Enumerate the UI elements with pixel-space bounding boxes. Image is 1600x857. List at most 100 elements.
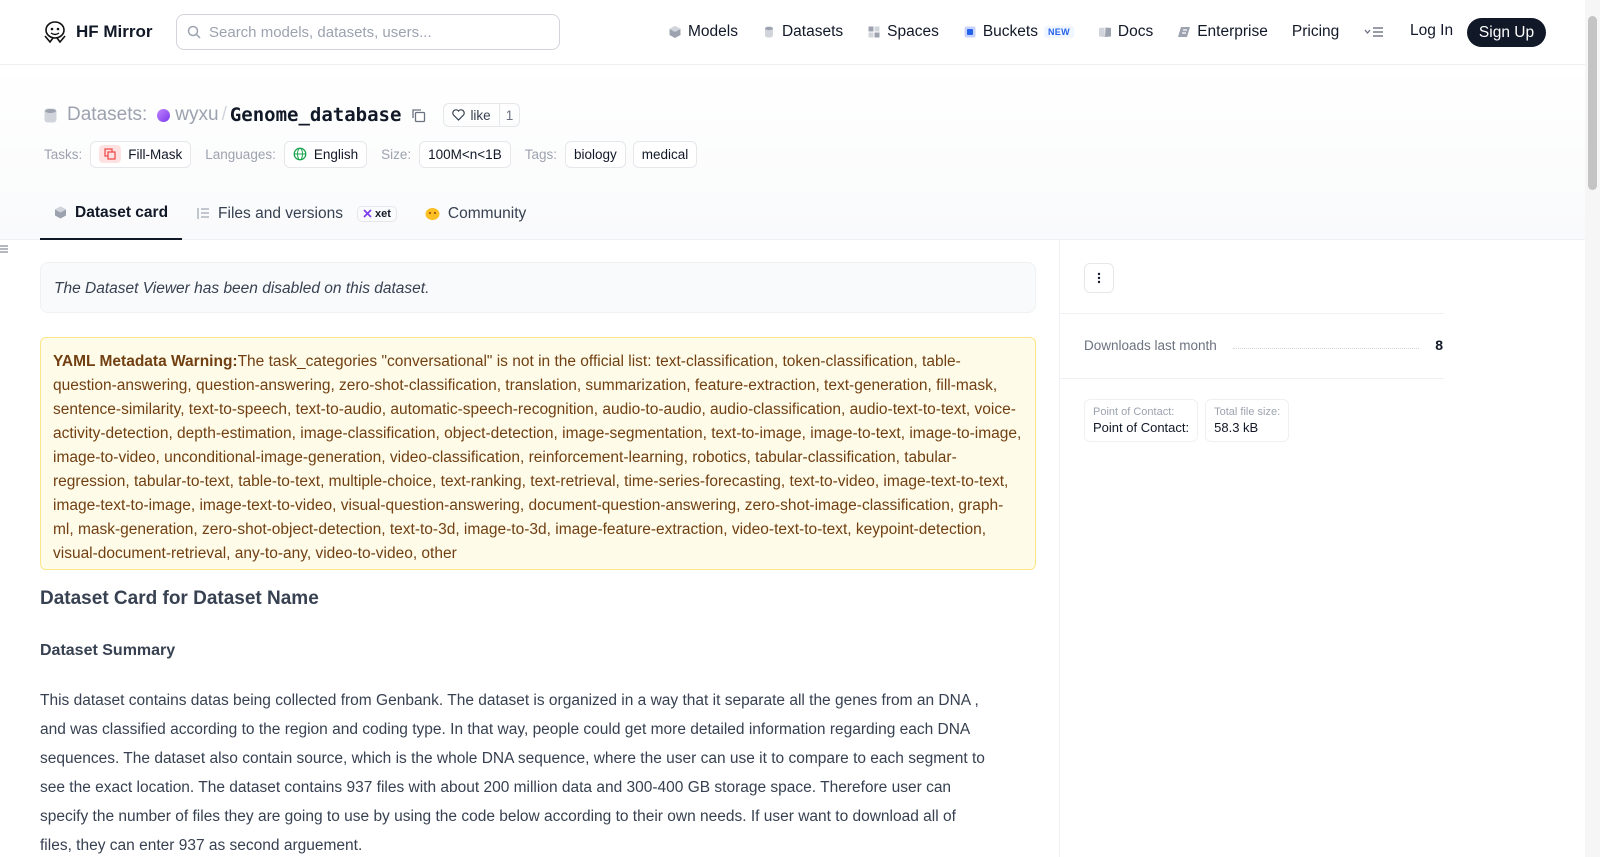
tab-files-label: Files and versions [218, 204, 343, 222]
search-box[interactable] [176, 14, 560, 50]
search-icon [187, 25, 201, 39]
tag-english-label: English [313, 146, 359, 162]
kebab-icon [1097, 272, 1101, 284]
tag-row: Tasks: Fill-Mask Languages: English Size… [44, 140, 704, 168]
summary-paragraph: This dataset contains datas being collec… [40, 692, 985, 854]
downloads-row: Downloads last month 8 [1084, 337, 1443, 353]
sidebar-divider [1059, 240, 1060, 857]
database-icon [764, 26, 773, 38]
nav-spaces[interactable]: Spaces [867, 23, 939, 41]
xet-icon [363, 209, 372, 218]
tag-size-label: 100M<n<1B [428, 146, 502, 162]
path-separator: / [221, 104, 227, 125]
bucket-icon [964, 26, 976, 38]
nav-pricing-label: Pricing [1291, 23, 1340, 40]
database-icon [44, 108, 57, 122]
nav-docs[interactable]: Docs [1098, 23, 1153, 41]
tag-fill-mask[interactable]: Fill-Mask [90, 140, 192, 168]
xet-badge: xet [356, 205, 397, 222]
repo-title: Datasets: wyxu / Genome_database like 1 [44, 102, 521, 128]
like-action[interactable]: like [444, 108, 498, 123]
like-label: like [470, 107, 491, 123]
warning-title: YAML Metadata Warning: [53, 353, 238, 370]
tag-medical-label: medical [641, 146, 689, 162]
globe-icon [293, 147, 307, 161]
total-size-card: Total file size: 58.3 kB [1205, 399, 1290, 442]
yaml-metadata-warning: YAML Metadata Warning:The task_categorie… [40, 337, 1036, 570]
nav-datasets-label: Datasets [781, 23, 844, 40]
tab-files-and-versions[interactable]: Files and versions xet [182, 187, 411, 240]
point-of-contact-card[interactable]: Point of Contact: Point of Contact: [1084, 399, 1199, 442]
nav-buckets[interactable]: Buckets NEW [963, 23, 1074, 41]
poc-value: Point of Contact: [1093, 420, 1190, 435]
warning-text: The task_categories "conversational" is … [53, 353, 1022, 562]
enterprise-icon [1178, 27, 1191, 37]
viewer-disabled-notice: The Dataset Viewer has been disabled on … [40, 262, 1036, 313]
nav-enterprise[interactable]: Enterprise [1177, 23, 1268, 41]
summary-heading: Dataset Summary [40, 642, 176, 659]
repo-owner-link[interactable]: wyxu [175, 104, 218, 126]
nav-pricing[interactable]: Pricing [1292, 23, 1339, 41]
cube-icon [669, 26, 681, 38]
tag-medical[interactable]: medical [632, 140, 698, 168]
tag-english[interactable]: English [283, 140, 368, 168]
info-cards: Point of Contact: Point of Contact: Tota… [1084, 399, 1290, 442]
tasks-label: Tasks: [44, 146, 83, 162]
downloads-sparkline [1232, 342, 1420, 349]
heart-icon [452, 109, 466, 121]
tab-dataset-card-label: Dataset card [75, 203, 169, 221]
more-options-button[interactable] [1084, 263, 1114, 293]
repo-name-link[interactable]: Genome_database [230, 104, 402, 126]
tag-fill-mask-label: Fill-Mask [128, 146, 183, 162]
sidebar-separator [1060, 313, 1444, 314]
size-label: Size: [381, 146, 412, 162]
nav-models-label: Models [688, 23, 738, 40]
downloads-value: 8 [1435, 337, 1443, 353]
tab-community[interactable]: Community [411, 187, 540, 240]
languages-label: Languages: [205, 146, 276, 162]
nav-buckets-label: Buckets [982, 23, 1038, 40]
tags-label: Tags: [524, 146, 557, 162]
tag-biology-label: biology [573, 146, 617, 162]
copy-icon[interactable] [411, 108, 426, 123]
brand-logo[interactable]: HF Mirror [42, 20, 153, 44]
repo-tabs: Dataset card Files and versions xet Comm… [40, 187, 540, 240]
tab-dataset-card[interactable]: Dataset card [40, 187, 183, 240]
size-key: Total file size: [1214, 406, 1281, 418]
book-icon [1098, 27, 1111, 37]
tag-size[interactable]: 100M<n<1B [419, 140, 511, 168]
sidebar-separator [1060, 378, 1444, 379]
grid-icon [868, 26, 880, 38]
nav-docs-label: Docs [1117, 23, 1154, 40]
new-badge: NEW [1043, 26, 1074, 38]
poc-key: Point of Contact: [1093, 406, 1175, 418]
top-navbar: HF Mirror Models Datasets Spaces Buckets… [0, 0, 1585, 65]
more-menu-icon[interactable] [1363, 25, 1385, 39]
page-scrollbar[interactable] [1585, 0, 1600, 857]
nav-enterprise-label: Enterprise [1197, 23, 1268, 40]
nav-datasets[interactable]: Datasets [762, 23, 843, 41]
scrollbar-thumb[interactable] [1588, 16, 1597, 190]
brand-name: HF Mirror [76, 22, 153, 41]
signup-button[interactable]: Sign Up [1467, 18, 1546, 47]
repo-header: Datasets: wyxu / Genome_database like 1 … [0, 65, 1585, 240]
community-icon [425, 207, 440, 220]
like-button[interactable]: like 1 [443, 103, 521, 127]
tab-community-label: Community [447, 204, 527, 222]
search-input[interactable] [209, 23, 539, 41]
card-title: Dataset Card for Dataset Name [40, 588, 319, 609]
xet-label: xet [374, 207, 391, 220]
tag-biology[interactable]: biology [564, 140, 626, 168]
repo-type-label: Datasets: [67, 104, 148, 125]
downloads-label: Downloads last month [1084, 337, 1217, 353]
size-value: 58.3 kB [1214, 420, 1259, 435]
nav-links: Models Datasets Spaces Buckets NEW Docs … [668, 18, 1411, 46]
nav-spaces-label: Spaces [887, 23, 939, 40]
fill-mask-icon [99, 145, 122, 163]
dataset-card-icon [55, 206, 66, 219]
sidebar-toggle-icon[interactable] [0, 244, 10, 254]
avatar [157, 108, 171, 122]
like-count[interactable]: 1 [498, 104, 520, 126]
nav-models[interactable]: Models [668, 23, 738, 41]
login-link[interactable]: Log In [1410, 22, 1453, 40]
